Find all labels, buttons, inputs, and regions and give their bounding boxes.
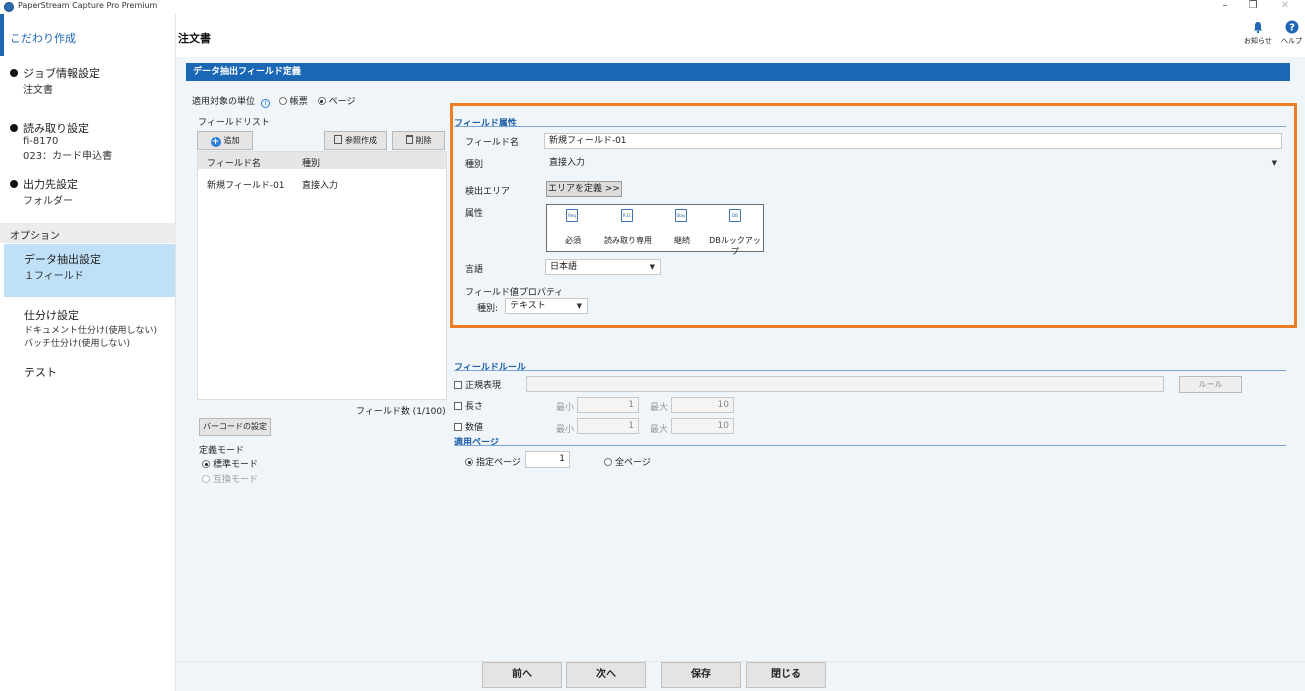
regex-input xyxy=(526,376,1164,392)
type-select[interactable]: 直接入力 ▼ xyxy=(544,155,1282,171)
number-checkbox[interactable]: 数値 xyxy=(454,420,483,433)
row-field-type: 直接入力 xyxy=(302,181,339,191)
number-min-input: 1 xyxy=(577,418,639,434)
restore-icon[interactable]: ❐ xyxy=(1240,0,1266,14)
mode-compat-radio: 互換モード xyxy=(202,472,258,485)
all-pages-radio[interactable]: 全ページ xyxy=(604,455,651,468)
read-only-icon[interactable]: R.O. xyxy=(621,209,633,222)
sidebar-item-test[interactable]: テスト xyxy=(24,364,57,380)
db-lookup-icon[interactable]: DB xyxy=(729,209,741,222)
page-title: 注文書 xyxy=(178,32,211,45)
required-icon[interactable]: Req xyxy=(566,209,578,222)
column-header-name: フィールド名 xyxy=(207,159,261,169)
sidebar-item-scan-settings[interactable]: 読み取り設定 fi-8170 023：カード申込書 xyxy=(10,120,112,162)
length-max-input: 10 xyxy=(671,397,734,413)
section-title: データ抽出フィールド定義 xyxy=(186,63,1290,81)
unit-radio-form[interactable]: 帳票 xyxy=(278,97,308,107)
language-select[interactable]: 日本語 ▼ xyxy=(545,259,661,275)
sidebar xyxy=(0,14,176,691)
reference-create-button[interactable]: 参照作成 xyxy=(324,131,387,150)
notice-button[interactable]: お知らせ xyxy=(1244,20,1272,46)
help-icon: ? xyxy=(1285,20,1298,34)
sidebar-item-data-extraction[interactable]: データ抽出設定 １フィールド xyxy=(24,251,101,282)
sidebar-item-output[interactable]: 出力先設定 フォルダー xyxy=(10,176,78,207)
section-divider xyxy=(454,370,1286,371)
minimize-icon[interactable]: – xyxy=(1212,0,1238,14)
number-max-label: 最大 xyxy=(650,425,669,435)
length-min-input: 1 xyxy=(577,397,639,413)
mode-standard-radio[interactable]: 標準モード xyxy=(202,457,258,470)
read-only-label: 読み取り専用 xyxy=(604,236,652,245)
define-area-button[interactable]: エリアを定義 >> xyxy=(546,181,622,197)
field-list-label: フィールドリスト xyxy=(198,118,270,128)
kind-select[interactable]: テキスト ▼ xyxy=(505,298,588,314)
row-field-name: 新規フィールド-01 xyxy=(207,181,285,191)
field-count: フィールド数 (1/100) xyxy=(356,407,446,417)
apply-page-section: 適用ページ xyxy=(454,438,499,448)
value-property-label: フィールド値プロパティ xyxy=(465,288,564,298)
save-button[interactable]: 保存 xyxy=(661,662,741,688)
stay-icon[interactable]: Stay xyxy=(675,209,687,222)
help-button[interactable]: ? ヘルプ xyxy=(1281,20,1302,46)
options-label: オプション xyxy=(10,231,60,242)
field-name-label: フィールド名 xyxy=(465,138,519,148)
trash-icon xyxy=(405,135,413,144)
rule-button: ルール xyxy=(1179,376,1242,393)
detect-area-label: 検出エリア xyxy=(465,187,511,197)
attribute-label: 属性 xyxy=(465,209,484,219)
unit-selector: 適用対象の単位 i 帳票 ページ xyxy=(192,97,356,108)
required-label: 必須 xyxy=(565,236,581,245)
column-header-type: 種別 xyxy=(302,159,321,169)
window-title: PaperStream Capture Pro Premium xyxy=(18,1,158,10)
app-logo-icon xyxy=(4,2,14,12)
step-bullet-icon xyxy=(10,124,18,132)
sidebar-accent xyxy=(0,14,4,56)
length-min-label: 最小 xyxy=(556,403,575,413)
section-divider xyxy=(454,126,1286,127)
sidebar-item-sorting[interactable]: 仕分け設定 ドキュメント仕分け(使用しない) バッチ仕分け(使用しない) xyxy=(24,307,157,349)
field-attr-section: フィールド属性 xyxy=(454,119,517,129)
svg-text:?: ? xyxy=(1289,23,1295,34)
stay-label: 継続 xyxy=(674,236,690,245)
field-name-input[interactable]: 新規フィールド-01 xyxy=(544,133,1282,149)
length-max-label: 最大 xyxy=(650,403,669,413)
specified-page-input[interactable]: 1 xyxy=(525,451,570,468)
prev-button[interactable]: 前へ xyxy=(482,662,562,688)
chevron-down-icon: ▼ xyxy=(1271,159,1277,167)
sidebar-header[interactable]: こだわり作成 xyxy=(10,30,76,46)
db-lookup-label: DBルックアップ xyxy=(709,236,761,256)
bell-icon xyxy=(1253,22,1262,34)
close-icon[interactable]: ✕ xyxy=(1272,0,1298,14)
section-divider xyxy=(454,445,1286,446)
plus-icon: + xyxy=(210,137,221,147)
number-min-label: 最小 xyxy=(556,425,575,435)
definition-mode-label: 定義モード xyxy=(199,446,245,456)
barcode-settings-button[interactable]: バーコードの設定 xyxy=(199,418,271,436)
step-bullet-icon xyxy=(10,69,18,77)
close-button[interactable]: 閉じる xyxy=(746,662,826,688)
delete-button[interactable]: 削除 xyxy=(392,131,445,150)
length-checkbox[interactable]: 長さ xyxy=(454,399,483,412)
next-button[interactable]: 次へ xyxy=(566,662,646,688)
add-button[interactable]: + 追加 xyxy=(197,131,253,150)
sidebar-item-job-info[interactable]: ジョブ情報設定 注文書 xyxy=(10,65,100,96)
step-bullet-icon xyxy=(10,180,18,188)
language-label: 言語 xyxy=(465,265,484,275)
specified-page-radio[interactable]: 指定ページ xyxy=(465,455,521,468)
table-row[interactable]: 新規フィールド-01 直接入力 xyxy=(198,170,446,194)
chevron-down-icon: ▼ xyxy=(576,302,582,310)
type-label: 種別 xyxy=(465,160,484,170)
chevron-down-icon: ▼ xyxy=(649,263,655,271)
info-icon[interactable]: i xyxy=(260,99,270,108)
kind-label: 種別: xyxy=(477,304,499,314)
regex-checkbox[interactable]: 正規表現 xyxy=(454,378,501,391)
number-max-input: 10 xyxy=(671,418,734,434)
unit-radio-page[interactable]: ページ xyxy=(317,97,355,107)
reference-icon xyxy=(334,135,342,144)
title-bar xyxy=(0,0,1305,14)
field-rule-section: フィールドルール xyxy=(454,363,526,373)
